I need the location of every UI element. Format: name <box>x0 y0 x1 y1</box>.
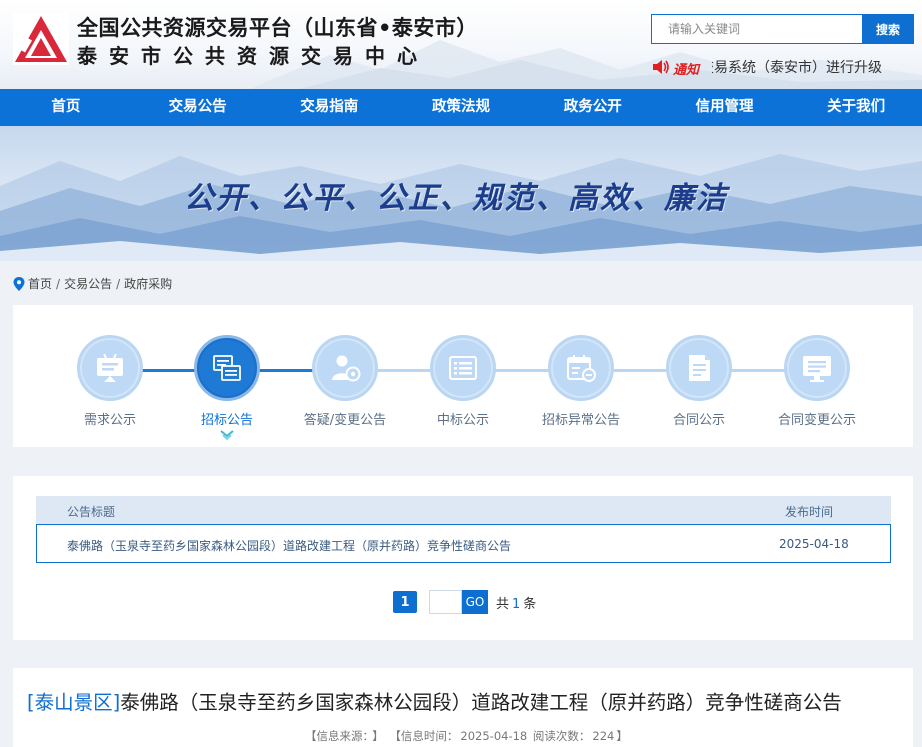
nav-item-government-affairs[interactable]: 政务公开 <box>527 89 659 126</box>
tab-contract-change-notice[interactable]: 合同变更公示 <box>757 335 877 428</box>
tab-contract-notice[interactable]: 合同公示 <box>639 335 759 428</box>
breadcrumb-separator: / <box>56 276 61 291</box>
article-title-text: 泰佛路（玉泉寺至药乡国家森林公园段）道路改建工程（原并药路）竞争性磋商公告 <box>120 691 842 714</box>
total-number: 1 <box>512 596 521 612</box>
nav-item-trade-notices[interactable]: 交易公告 <box>132 89 264 126</box>
nav-item-policies[interactable]: 政策法规 <box>395 89 527 126</box>
tab-icon-inner <box>789 340 845 396</box>
hero-banner: 公开、公平、公正、规范、高效、廉洁 <box>0 126 922 261</box>
location-pin-icon <box>13 276 25 291</box>
tab-label: 招标公告 <box>200 413 253 428</box>
tab-icon-circle <box>548 335 614 401</box>
site-title-primary: 全国公共资源交易平台（山东省•泰安市） <box>77 16 478 40</box>
tab-icon-inner <box>317 340 373 396</box>
tab-icon-inner <box>553 340 609 396</box>
tab-label: 合同公示 <box>672 413 725 428</box>
speaker-icon <box>653 60 669 74</box>
tab-icon-circle <box>784 335 850 401</box>
breadcrumb-government-procurement[interactable]: 政府采购 <box>124 275 172 292</box>
breadcrumb-trade-notices[interactable]: 交易公告 <box>64 275 112 292</box>
tab-icon-inner <box>82 340 138 396</box>
total-count: 共1条 <box>496 593 536 612</box>
meta-time-value: 2025-04-18 <box>460 729 528 743</box>
tab-icon-inner <box>435 340 491 396</box>
monitor-icon <box>97 353 123 382</box>
category-tabs-panel: 需求公示 招标公告 答疑/变更公告 中标公示 招标异常公告 合同公示 合同变更公… <box>13 305 913 447</box>
article-meta: 【信息来源：】 【信息时间： 2025-04-18 阅读次数： 224】 <box>305 728 630 744</box>
notice-text[interactable]: 招标交易系统（泰安市）进行升级 <box>712 57 882 77</box>
notice-marquee[interactable]: 招标交易系统（泰安市）进行升级 <box>712 57 922 77</box>
nav-item-about[interactable]: 关于我们 <box>790 89 922 126</box>
pagination: 1 GO 共1条 <box>393 590 536 614</box>
tab-label: 合同变更公示 <box>777 413 856 428</box>
search-input[interactable] <box>651 14 862 44</box>
meta-source-label: 【信息来源： <box>305 729 369 743</box>
meta-time-label: 【信息时间： <box>389 729 459 743</box>
tab-icon-circle <box>194 335 260 401</box>
breadcrumb: 首页 / 交易公告 / 政府采购 <box>13 275 172 292</box>
chevron-down-icon <box>220 430 234 441</box>
breadcrumb-home[interactable]: 首页 <box>28 275 52 292</box>
table-header: 公告标题 发布时间 <box>36 496 891 524</box>
search-button[interactable]: 搜索 <box>862 14 914 44</box>
total-suffix: 条 <box>523 596 537 612</box>
meta-reads-label: 阅读次数： <box>532 729 591 743</box>
tab-label: 答疑/变更公告 <box>303 413 387 428</box>
nav-item-credit[interactable]: 信用管理 <box>659 89 791 126</box>
user-settings-icon <box>332 355 361 382</box>
tab-demand-notice[interactable]: 需求公示 <box>50 335 170 428</box>
documents-icon <box>213 355 241 381</box>
tab-tender-notice[interactable]: 招标公告 <box>167 335 287 442</box>
tab-label: 需求公示 <box>83 413 136 428</box>
banner-slogan: 公开、公平、公正、规范、高效、廉洁 <box>184 181 728 216</box>
article-area-tag: [泰山景区] <box>27 691 121 714</box>
column-header-date: 发布时间 <box>785 505 834 519</box>
tab-award-notice[interactable]: 中标公示 <box>403 335 523 428</box>
column-header-title: 公告标题 <box>67 505 116 519</box>
article-title: [泰山景区]泰佛路（玉泉寺至药乡国家森林公园段）道路改建工程（原并药路）竞争性磋… <box>27 686 842 715</box>
tab-label: 招标异常公告 <box>541 413 620 428</box>
meta-reads-value: 224 <box>592 729 615 743</box>
table-row[interactable]: 泰佛路（玉泉寺至药乡国家森林公园段）道路改建工程（原并药路）竞争性磋商公告 20… <box>36 524 891 563</box>
tab-qa-change-notice[interactable]: 答疑/变更公告 <box>285 335 405 428</box>
row-date: 2025-04-18 <box>779 537 849 551</box>
breadcrumb-separator: / <box>116 276 121 291</box>
article-panel: [泰山景区]泰佛路（玉泉寺至药乡国家森林公园段）道路改建工程（原并药路）竞争性磋… <box>13 668 913 747</box>
main-nav: 首页 交易公告 交易指南 政策法规 政务公开 信用管理 关于我们 <box>0 89 922 126</box>
total-prefix: 共 <box>496 596 510 612</box>
notice-label: 通知 <box>673 63 700 78</box>
tab-tender-exception-notice[interactable]: 招标异常公告 <box>521 335 641 428</box>
tab-icon-circle <box>666 335 732 401</box>
meta-reads-close: 】 <box>616 729 628 743</box>
tab-icon-circle <box>312 335 378 401</box>
nav-item-trade-guide[interactable]: 交易指南 <box>263 89 395 126</box>
contract-icon <box>689 355 710 381</box>
go-button[interactable]: GO <box>462 590 488 614</box>
tab-icon-circle <box>430 335 496 401</box>
tab-label: 中标公示 <box>436 413 489 428</box>
calendar-minus-icon <box>567 355 596 382</box>
site-header: 全国公共资源交易平台（山东省•泰安市） 泰安市公共资源交易中心 搜索 通知 招标… <box>0 0 922 89</box>
list-icon <box>449 356 477 380</box>
tab-icon-inner <box>199 340 255 396</box>
meta-source-close: 】 <box>372 729 384 743</box>
tab-icon-circle <box>77 335 143 401</box>
site-logo <box>13 13 69 65</box>
site-title-secondary: 泰安市公共资源交易中心 <box>77 44 429 68</box>
page-jump-input[interactable] <box>429 590 462 614</box>
nav-item-home[interactable]: 首页 <box>0 89 132 126</box>
tab-icon-inner <box>671 340 727 396</box>
screen-list-icon <box>803 356 831 382</box>
row-title-link[interactable]: 泰佛路（玉泉寺至药乡国家森林公园段）道路改建工程（原并药路）竞争性磋商公告 <box>67 537 511 554</box>
notice-list-panel: 公告标题 发布时间 泰佛路（玉泉寺至药乡国家森林公园段）道路改建工程（原并药路）… <box>13 476 913 640</box>
page-button-current[interactable]: 1 <box>393 591 417 613</box>
